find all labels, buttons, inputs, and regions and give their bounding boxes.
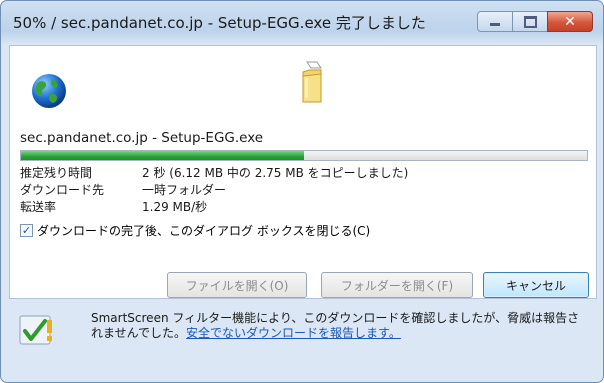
info-key: 推定残り時間 bbox=[20, 166, 93, 180]
info-value: 一時フォルダー bbox=[142, 183, 227, 197]
caption-buttons: ✕ bbox=[477, 11, 593, 32]
close-on-complete-label[interactable]: ダウンロードの完了後、このダイアログ ボックスを閉じる(C) bbox=[37, 222, 370, 239]
download-panel: sec.pandanet.co.jp - Setup-EGG.exe 推定残り時… bbox=[9, 45, 597, 299]
minimize-icon bbox=[490, 23, 500, 26]
close-on-complete-checkbox[interactable]: ✓ bbox=[20, 224, 33, 237]
title-bar[interactable]: 50% / sec.pandanet.co.jp - Setup-EGG.exe… bbox=[1, 1, 603, 45]
smartscreen-panel: SmartScreen フィルター機能により、このダウンロードを確認しましたが、… bbox=[1, 301, 603, 382]
download-info: 推定残り時間 2 秒 (6.12 MB 中の 2.75 MB をコピーしました)… bbox=[20, 164, 408, 215]
window-title: 50% / sec.pandanet.co.jp - Setup-EGG.exe… bbox=[13, 14, 426, 32]
info-value: 2 秒 (6.12 MB 中の 2.75 MB をコピーしました) bbox=[142, 166, 409, 180]
maximize-icon bbox=[523, 15, 537, 28]
info-row-remaining: 推定残り時間 2 秒 (6.12 MB 中の 2.75 MB をコピーしました) bbox=[20, 164, 408, 181]
checkmark-icon: ✓ bbox=[21, 224, 32, 237]
close-on-complete-option[interactable]: ✓ ダウンロードの完了後、このダイアログ ボックスを閉じる(C) bbox=[20, 222, 370, 239]
cancel-button[interactable]: キャンセル bbox=[483, 272, 589, 298]
info-key: ダウンロード先 bbox=[20, 183, 105, 197]
close-button[interactable]: ✕ bbox=[547, 11, 593, 32]
info-row-rate: 転送率 1.29 MB/秒 bbox=[20, 198, 408, 215]
smartscreen-shield-icon bbox=[19, 315, 52, 345]
progress-bar bbox=[20, 150, 588, 161]
minimize-button[interactable] bbox=[477, 11, 513, 32]
globe-icon bbox=[32, 74, 66, 108]
download-dialog: 50% / sec.pandanet.co.jp - Setup-EGG.exe… bbox=[0, 0, 604, 383]
maximize-button[interactable] bbox=[512, 11, 548, 32]
open-folder-button[interactable]: フォルダーを開く(F) bbox=[321, 272, 473, 298]
progress-fill bbox=[21, 151, 304, 160]
report-unsafe-download-link[interactable]: 安全でないダウンロードを報告します。 bbox=[186, 326, 401, 340]
folder-icon bbox=[302, 61, 322, 103]
info-row-destination: ダウンロード先 一時フォルダー bbox=[20, 181, 408, 198]
download-filename: sec.pandanet.co.jp - Setup-EGG.exe bbox=[20, 130, 264, 146]
smartscreen-message: SmartScreen フィルター機能により、このダウンロードを確認しましたが、… bbox=[91, 311, 591, 341]
open-file-button[interactable]: ファイルを開く(O) bbox=[167, 272, 307, 298]
info-key: 転送率 bbox=[20, 200, 57, 214]
info-value: 1.29 MB/秒 bbox=[142, 200, 208, 214]
close-icon: ✕ bbox=[564, 13, 576, 30]
